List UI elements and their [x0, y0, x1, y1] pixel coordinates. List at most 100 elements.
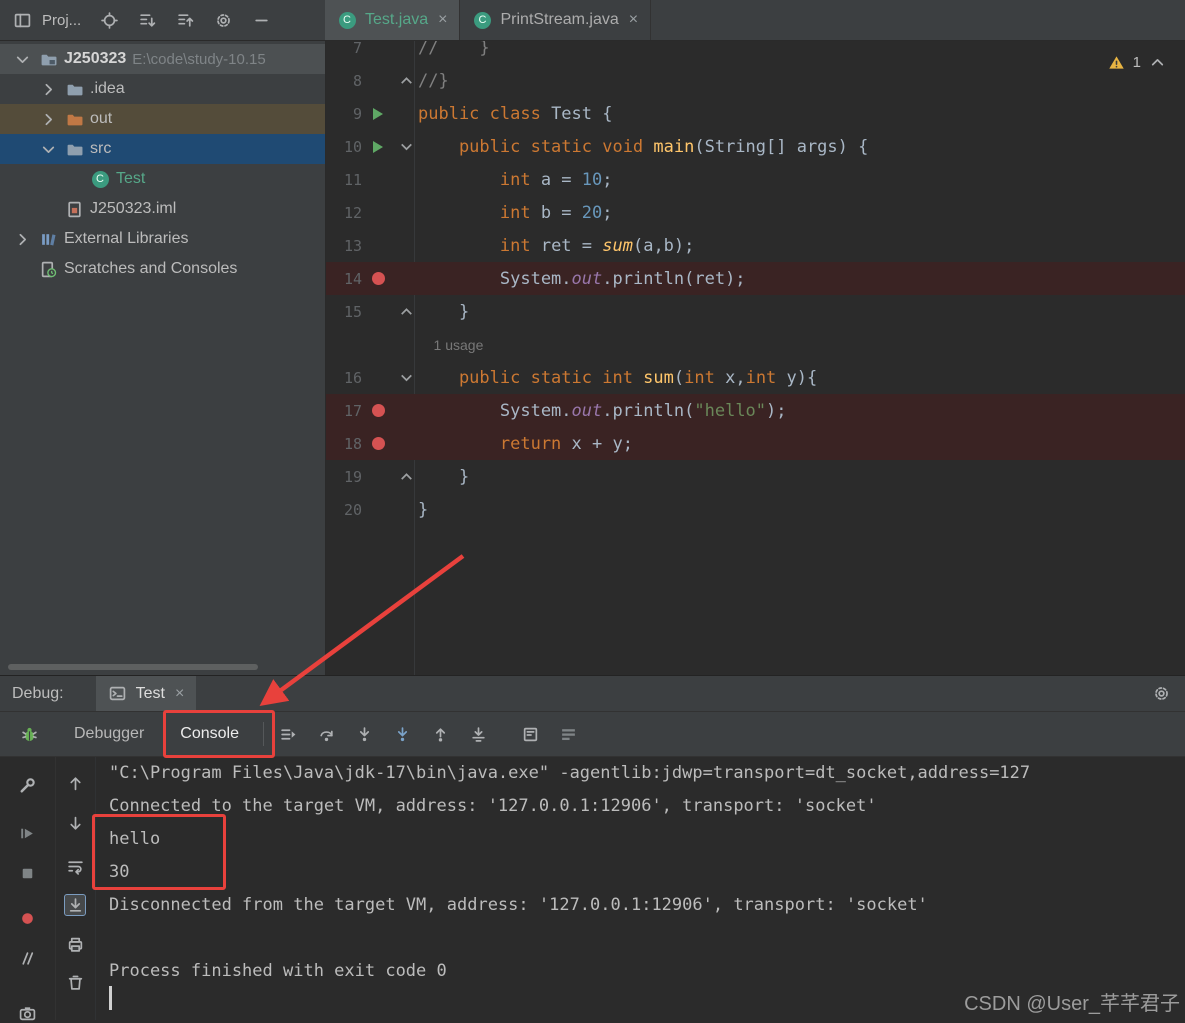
gear-icon[interactable] — [213, 10, 233, 30]
expand-all-icon[interactable] — [175, 10, 195, 30]
code-line[interactable]: 11 int a = 10; — [326, 163, 1185, 196]
breakpoint-icon[interactable] — [362, 404, 394, 417]
code-line[interactable]: 18 return x + y; — [326, 427, 1185, 460]
step-into-icon[interactable] — [346, 724, 384, 744]
stop-icon[interactable] — [18, 863, 38, 883]
chevron-down-icon[interactable] — [12, 49, 32, 69]
line-number: 15 — [343, 302, 362, 321]
threads-icon[interactable] — [550, 724, 588, 744]
tree-item-src[interactable]: src — [0, 134, 325, 164]
class-icon: C — [472, 10, 492, 30]
fold-marker-icon[interactable] — [394, 369, 418, 386]
close-icon[interactable]: × — [629, 11, 638, 29]
project-tool-window-icon[interactable] — [12, 10, 32, 30]
mute-breakpoints-icon[interactable] — [18, 948, 38, 968]
code-line[interactable]: 14 System.out.println(ret); — [326, 262, 1185, 295]
fold-marker-icon[interactable] — [394, 72, 418, 89]
chevron-up-icon[interactable] — [1147, 52, 1167, 72]
horizontal-scrollbar[interactable] — [8, 664, 258, 670]
line-number: 14 — [343, 269, 362, 288]
console-output[interactable]: "C:\Program Files\Java\jdk-17\bin\java.e… — [96, 757, 1185, 1020]
print-icon[interactable] — [65, 934, 85, 954]
tree-item-Test[interactable]: C Test — [0, 164, 325, 194]
code-line[interactable]: 8 //} — [326, 64, 1185, 97]
chevron-right-icon[interactable] — [12, 229, 32, 249]
chevron-down-icon[interactable] — [38, 139, 58, 159]
chevron-right-icon[interactable] — [38, 109, 58, 129]
arrow-up-icon[interactable] — [65, 773, 85, 793]
code-text: System.out.println(ret); — [418, 269, 746, 289]
tree-item-J250323.iml[interactable]: J250323.iml — [0, 194, 325, 224]
token: //} — [418, 70, 449, 91]
code-line[interactable]: 1 usage — [326, 328, 1185, 361]
tree-item-label: .idea — [90, 80, 125, 97]
fold-marker-icon[interactable] — [394, 138, 418, 155]
chevron-right-icon[interactable] — [38, 79, 58, 99]
debug-tab-console[interactable]: Console — [162, 712, 257, 756]
fold-marker-icon[interactable] — [394, 468, 418, 485]
debug-session-tab[interactable]: Test × — [95, 676, 197, 711]
code-text: int a = 10; — [418, 170, 613, 190]
trash-icon[interactable] — [65, 972, 85, 992]
collapse-all-icon[interactable] — [137, 10, 157, 30]
code-line[interactable]: 15 } — [326, 295, 1185, 328]
tree-item-External Libraries[interactable]: External Libraries — [0, 224, 325, 254]
code-text: System.out.println("hello"); — [418, 401, 787, 421]
run-icon[interactable] — [362, 140, 394, 153]
close-icon[interactable]: × — [175, 685, 184, 703]
breakpoint-icon[interactable] — [362, 272, 394, 285]
code-line[interactable]: 19 } — [326, 460, 1185, 493]
code-editor[interactable]: 7 // } 8 //} 9 public class Test {10 public s… — [326, 41, 1185, 675]
code-text: } — [418, 302, 469, 322]
code-line[interactable]: 10 public static void main(String[] args… — [326, 130, 1185, 163]
project-panel-title[interactable]: Proj... — [42, 12, 81, 29]
code-line[interactable]: 20} — [326, 493, 1185, 526]
minimize-icon[interactable] — [251, 10, 271, 30]
tree-item-Scratches and Consoles[interactable]: Scratches and Consoles — [0, 254, 325, 284]
resume-icon[interactable] — [18, 823, 38, 843]
tree-item-.idea[interactable]: .idea — [0, 74, 325, 104]
run-to-cursor-icon[interactable] — [460, 724, 498, 744]
warning-icon — [1107, 52, 1127, 72]
gear-icon[interactable] — [1151, 684, 1171, 704]
token: } — [418, 466, 470, 487]
token: x + y; — [561, 433, 633, 454]
code-line[interactable]: 12 int b = 20; — [326, 196, 1185, 229]
breakpoint-icon[interactable] — [362, 437, 394, 450]
tree-item-out[interactable]: out — [0, 104, 325, 134]
arrow-down-icon[interactable] — [65, 813, 85, 833]
token: int — [418, 169, 531, 190]
soft-wrap-icon[interactable] — [65, 856, 85, 876]
usage-hint[interactable]: 1 usage — [418, 337, 484, 353]
wrench-icon[interactable] — [18, 775, 38, 795]
run-icon[interactable] — [362, 107, 394, 120]
step-out-icon[interactable] — [422, 724, 460, 744]
inspections-widget[interactable]: 1 — [1107, 52, 1167, 72]
code-line[interactable]: 9 public class Test { — [326, 97, 1185, 130]
toolbar-separator — [262, 722, 264, 746]
evaluate-icon[interactable] — [512, 724, 550, 744]
step-over-icon[interactable] — [308, 724, 346, 744]
code-line[interactable]: 17 System.out.println("hello"); — [326, 394, 1185, 427]
tree-item-J250323[interactable]: J250323 E:\code\study-10.15 — [0, 44, 325, 74]
watermark: CSDN @User_芊芊君子 — [964, 993, 1180, 1015]
console-caret — [109, 986, 112, 1010]
token: } — [418, 301, 470, 322]
editor-tab-PrintStream.java[interactable]: C PrintStream.java × — [460, 0, 652, 40]
fold-marker-icon[interactable] — [394, 303, 418, 320]
line-number: 10 — [343, 137, 362, 156]
code-area[interactable]: 7 // } 8 //} 9 public class Test {10 public s… — [326, 41, 1185, 526]
locate-icon[interactable] — [99, 10, 119, 30]
code-line[interactable]: 16 public static int sum(int x,int y){ — [326, 361, 1185, 394]
editor-tab-Test.java[interactable]: C Test.java × — [325, 0, 461, 40]
token: public static void — [418, 136, 654, 157]
close-icon[interactable]: × — [438, 11, 447, 29]
code-line[interactable]: 13 int ret = sum(a,b); — [326, 229, 1185, 262]
view-breakpoints-icon[interactable] — [18, 908, 38, 928]
show-execution-icon[interactable] — [270, 724, 308, 744]
force-step-into-icon[interactable] — [384, 724, 422, 744]
debug-tab-debugger[interactable]: Debugger — [56, 712, 162, 756]
scroll-end-icon[interactable] — [64, 894, 86, 916]
camera-icon[interactable] — [18, 1003, 38, 1023]
code-line[interactable]: 7 // } — [326, 41, 1185, 64]
